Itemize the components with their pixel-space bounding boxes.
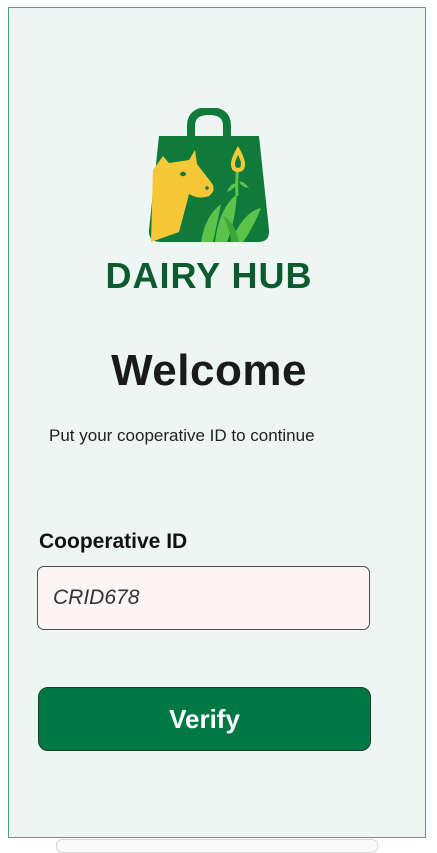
verify-button[interactable]: Verify — [38, 687, 371, 751]
brand-name: DAIRY HUB — [105, 255, 313, 296]
cooperative-id-input[interactable] — [37, 566, 370, 630]
login-screen: DAIRY HUB Welcome Put your cooperative I… — [8, 7, 426, 838]
instruction-text: Put your cooperative ID to continue — [49, 426, 315, 445]
page-title: Welcome — [111, 346, 307, 395]
cooperative-id-label: Cooperative ID — [39, 530, 188, 553]
dairy-hub-logo — [148, 108, 270, 242]
bottom-bar — [56, 839, 378, 853]
